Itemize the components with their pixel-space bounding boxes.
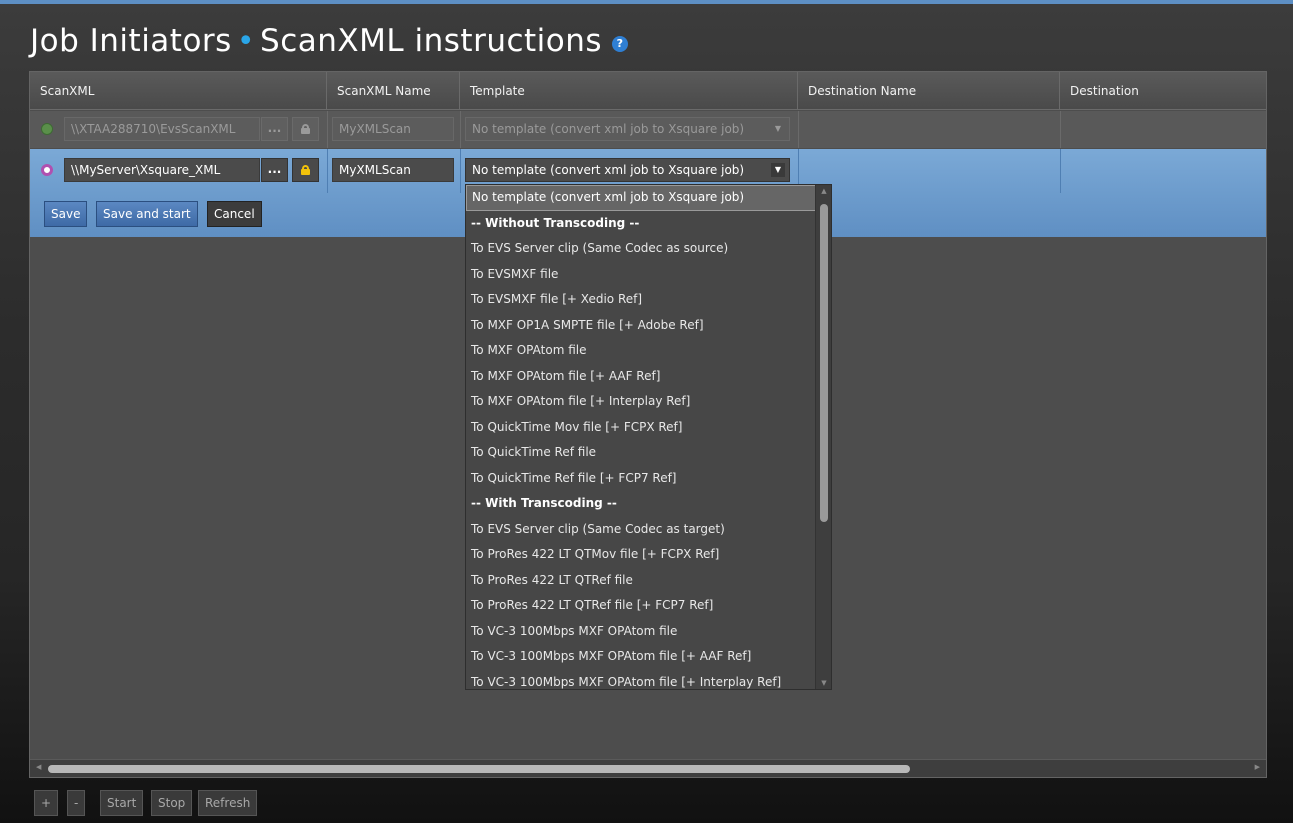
column-header-scanxml-name[interactable]: ScanXML Name: [327, 72, 460, 110]
dropdown-option[interactable]: To EVSMXF file [+ Xedio Ref]: [466, 287, 816, 313]
horizontal-scrollbar[interactable]: ◀ ▶: [30, 759, 1266, 777]
table-header: ScanXML ScanXML Name Template Destinatio…: [30, 72, 1266, 110]
column-divider: [798, 111, 799, 148]
template-dropdown-list[interactable]: No template (convert xml job to Xsquare …: [465, 184, 832, 690]
template-select-value: No template (convert xml job to Xsquare …: [472, 122, 745, 136]
cancel-button[interactable]: Cancel: [207, 201, 262, 227]
scanxml-path-input[interactable]: \\MyServer\Xsquare_XML: [64, 158, 260, 182]
status-indicator-icon: [41, 123, 53, 135]
dropdown-group-header: -- Without Transcoding --: [471, 215, 640, 230]
lock-icon: [301, 165, 310, 175]
scanxml-name-field[interactable]: MyXMLScan: [332, 117, 454, 141]
template-select-value: No template (convert xml job to Xsquare …: [472, 163, 745, 177]
dropdown-option[interactable]: To QuickTime Mov file [+ FCPX Ref]: [466, 415, 816, 441]
dropdown-option[interactable]: To ProRes 422 LT QTRef file [+ FCP7 Ref]: [466, 593, 816, 619]
add-button[interactable]: +: [34, 790, 59, 816]
remove-button[interactable]: -: [67, 790, 86, 816]
column-divider: [1060, 149, 1061, 193]
dropdown-option[interactable]: To EVS Server clip (Same Codec as target…: [466, 517, 816, 543]
column-header-scanxml[interactable]: ScanXML: [30, 72, 327, 110]
refresh-button[interactable]: Refresh: [198, 790, 258, 816]
dropdown-option[interactable]: To MXF OPAtom file [+ Interplay Ref]: [466, 389, 816, 415]
status-indicator-icon: [41, 164, 53, 176]
template-select[interactable]: No template (convert xml job to Xsquare …: [465, 117, 790, 141]
dropdown-option[interactable]: To VC-3 100Mbps MXF OPAtom file [+ Inter…: [466, 670, 816, 690]
scroll-down-icon[interactable]: ▼: [816, 679, 831, 687]
dropdown-option[interactable]: To QuickTime Ref file [+ FCP7 Ref]: [466, 466, 816, 492]
title-section: Job Initiators: [30, 23, 232, 59]
dropdown-option[interactable]: To VC-3 100Mbps MXF OPAtom file [+ AAF R…: [466, 644, 816, 670]
column-divider: [460, 149, 461, 193]
dropdown-option[interactable]: To ProRes 422 LT QTRef file: [466, 568, 816, 594]
column-divider: [1060, 111, 1061, 148]
chevron-down-icon: ▼: [774, 124, 782, 133]
help-icon[interactable]: ?: [612, 36, 629, 52]
scanxml-path-field[interactable]: \\XTAA288710\EvsScanXML: [64, 117, 260, 141]
title-page: ScanXML instructions: [260, 23, 603, 59]
start-button[interactable]: Start: [100, 790, 144, 816]
dropdown-option[interactable]: To EVS Server clip (Same Codec as source…: [466, 236, 816, 262]
browse-button[interactable]: ...: [261, 158, 288, 182]
column-divider: [327, 149, 328, 193]
column-header-template[interactable]: Template: [460, 72, 798, 110]
title-separator-dot: •: [236, 23, 256, 59]
scroll-left-icon[interactable]: ◀: [36, 763, 41, 771]
dropdown-scrollbar[interactable]: ▲ ▼: [815, 185, 831, 689]
column-divider: [327, 111, 328, 148]
dropdown-option[interactable]: To ProRes 422 LT QTMov file [+ FCPX Ref]: [466, 542, 816, 568]
chevron-down-icon: ▼: [771, 163, 785, 177]
template-select[interactable]: No template (convert xml job to Xsquare …: [465, 158, 790, 182]
scroll-up-icon[interactable]: ▲: [816, 187, 831, 195]
scanxml-name-input[interactable]: MyXMLScan: [332, 158, 454, 182]
save-button[interactable]: Save: [44, 201, 88, 227]
dropdown-option[interactable]: To EVSMXF file: [466, 262, 816, 288]
column-divider: [460, 111, 461, 148]
table-row[interactable]: \\XTAA288710\EvsScanXML ... MyXMLScan No…: [30, 111, 1266, 148]
column-header-destination-name[interactable]: Destination Name: [798, 72, 1060, 110]
page-title: Job Initiators • ScanXML instructions ?: [30, 16, 629, 66]
dropdown-option[interactable]: To MXF OPAtom file [+ AAF Ref]: [466, 364, 816, 390]
scroll-right-icon[interactable]: ▶: [1255, 763, 1260, 771]
stop-button[interactable]: Stop: [151, 790, 193, 816]
credentials-button[interactable]: [292, 158, 319, 182]
dropdown-option[interactable]: To MXF OPAtom file: [466, 338, 816, 364]
lock-icon: [301, 124, 310, 134]
scrollbar-thumb[interactable]: [48, 765, 910, 773]
dropdown-option[interactable]: To QuickTime Ref file: [466, 440, 816, 466]
dropdown-group-header: -- With Transcoding --: [471, 496, 617, 510]
save-and-start-button[interactable]: Save and start: [96, 201, 198, 227]
column-header-destination[interactable]: Destination: [1060, 72, 1268, 110]
dropdown-scrollbar-thumb[interactable]: [820, 204, 828, 522]
dropdown-option[interactable]: No template (convert xml job to Xsquare …: [466, 185, 816, 211]
dropdown-options: No template (convert xml job to Xsquare …: [466, 185, 831, 690]
dropdown-option[interactable]: To VC-3 100Mbps MXF OPAtom file: [466, 619, 816, 645]
top-accent-line: [0, 0, 1293, 4]
credentials-button[interactable]: [292, 117, 319, 141]
browse-button[interactable]: ...: [261, 117, 288, 141]
dropdown-option[interactable]: To MXF OP1A SMPTE file [+ Adobe Ref]: [466, 313, 816, 339]
